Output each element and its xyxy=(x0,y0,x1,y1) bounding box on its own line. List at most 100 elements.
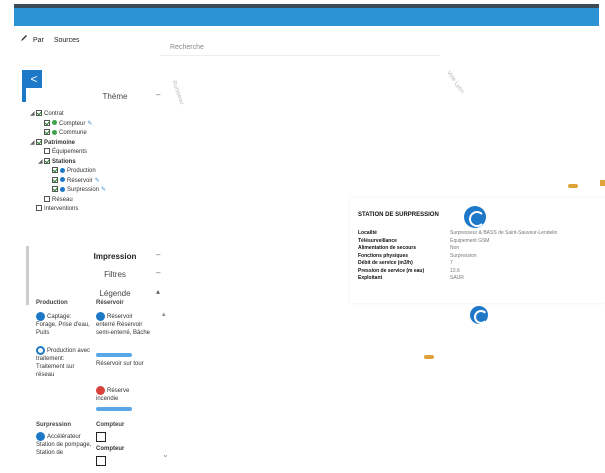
legend-item: Accélérateur Station de pompage, Station… xyxy=(36,432,92,457)
impression-collapse-toggle[interactable]: – xyxy=(156,250,160,259)
legende-section-title[interactable]: Légende xyxy=(60,289,170,298)
toolbar-item-1[interactable]: Par xyxy=(33,37,44,44)
compteur-symbol-icon xyxy=(96,456,106,466)
layer-tree-item[interactable]: Interventions xyxy=(30,205,160,215)
production-symbol-icon xyxy=(36,346,45,355)
layer-tree-item[interactable]: ◢ Contrat xyxy=(30,110,160,120)
layer-checkbox[interactable] xyxy=(44,148,50,155)
layer-checkbox[interactable] xyxy=(52,167,58,174)
map-marker[interactable] xyxy=(600,180,605,186)
layer-tree-item[interactable]: ◢ Patrimoine xyxy=(30,138,160,149)
pencil-icon[interactable] xyxy=(20,34,28,42)
reserve-incendie-symbol-icon xyxy=(96,386,105,395)
layer-checkbox[interactable] xyxy=(52,176,58,183)
impression-section-title[interactable]: Impression xyxy=(60,252,170,261)
legend-col-head: Compteur xyxy=(96,422,125,428)
layer-tree-item[interactable]: Production xyxy=(30,167,160,177)
attribute-table: Localité Surpresseur & BASS de Saint-Sauv… xyxy=(358,230,561,283)
layer-tree-item[interactable]: Équipements xyxy=(30,148,160,158)
captage-symbol-icon xyxy=(36,312,45,321)
divider xyxy=(26,285,29,305)
attribute-row: Pression de service (m eau) 13.6 xyxy=(358,268,561,276)
legende-collapse-toggle[interactable]: ▴ xyxy=(156,287,160,296)
layer-checkbox[interactable] xyxy=(52,186,58,193)
legend-item: Compteur xyxy=(96,445,152,453)
attribute-value: Surpression xyxy=(450,252,477,259)
layer-label: Commune xyxy=(59,130,87,136)
header-bar xyxy=(14,8,599,26)
layer-checkbox[interactable] xyxy=(44,119,50,126)
theme-section-title[interactable]: Thème xyxy=(60,92,170,101)
layer-label: Patrimoine xyxy=(44,139,76,146)
attribute-value: Non xyxy=(450,245,460,251)
layer-symbol-icon xyxy=(52,120,57,126)
attribute-key: Pression de service (m eau) xyxy=(358,267,425,274)
attribute-key: Débit de service (m3/h) xyxy=(358,260,413,266)
legend-col-head: Réservoir xyxy=(96,300,124,306)
layer-label: Production xyxy=(67,168,96,174)
layer-checkbox[interactable] xyxy=(44,195,50,202)
legend-item-label: Compteur xyxy=(96,446,125,452)
legend-item xyxy=(96,406,152,414)
map-label: Ruisseau xyxy=(170,80,185,106)
filtres-section-title[interactable]: Filtres xyxy=(60,270,170,279)
legend-col-head: Surpression xyxy=(36,422,72,428)
search-input[interactable]: Recherche xyxy=(160,44,440,56)
map-label: Voie Lyon xyxy=(445,70,465,95)
attribute-row: Fonctions physiques Surpression xyxy=(358,253,561,261)
scroll-up-icon[interactable]: ▴ xyxy=(162,310,166,318)
layer-tree-item[interactable]: Surpression ✎ xyxy=(30,186,160,196)
toolbar-item-2[interactable]: Sources xyxy=(54,37,80,44)
layer-tree-item[interactable]: Réservoir ✎ xyxy=(30,176,160,187)
station-logo-icon xyxy=(464,206,486,228)
legend-item xyxy=(96,456,152,466)
station-marker-icon[interactable] xyxy=(470,306,488,324)
reservoir-tour-symbol-icon xyxy=(96,353,132,358)
legend-item: Production avec traitement: Traitement s… xyxy=(36,346,92,379)
legend-item xyxy=(96,432,152,442)
legend-item-label: Réservoir sur tour xyxy=(96,361,144,367)
layer-label: Surpression xyxy=(67,187,100,193)
collapse-sidebar-button[interactable]: < xyxy=(26,70,42,88)
layer-label: Équipements xyxy=(52,149,88,155)
layer-tree-item[interactable]: Commune xyxy=(30,129,160,139)
attribute-key: Alimentation de secours xyxy=(358,245,417,251)
layer-tree-item[interactable]: Réseau xyxy=(30,195,160,206)
toolbar: Par Sources xyxy=(20,34,88,48)
filtres-collapse-toggle[interactable]: – xyxy=(156,268,160,277)
divider xyxy=(26,246,29,266)
layer-symbol-icon xyxy=(60,177,65,183)
layer-tree: ◢ Contrat Compteur ✎ Commune ◢ Patrimoine Équip… xyxy=(30,110,160,215)
compteur-symbol-icon xyxy=(96,432,106,442)
attribute-value: SAUR xyxy=(450,275,464,281)
attribute-key: Exploitant xyxy=(358,275,383,281)
map-marker[interactable] xyxy=(568,184,578,188)
popup-title: STATION DE SURPRESSION xyxy=(358,212,439,218)
attribute-row: Télésurveillance Équipement GSM xyxy=(358,238,561,246)
layer-symbol-icon xyxy=(52,129,57,135)
layer-checkbox[interactable] xyxy=(36,110,42,117)
layer-label: Stations xyxy=(52,158,76,165)
layer-edit-icon[interactable]: ✎ xyxy=(87,121,92,127)
attribute-row: Débit de service (m3/h) 7 xyxy=(358,260,561,268)
layer-tree-item[interactable]: Compteur ✎ xyxy=(30,119,160,130)
layer-edit-icon[interactable]: ✎ xyxy=(101,187,106,193)
layer-checkbox[interactable] xyxy=(44,129,50,136)
layer-checkbox[interactable] xyxy=(36,205,42,212)
layer-label: Interventions xyxy=(44,206,79,212)
layer-edit-icon[interactable]: ✎ xyxy=(95,178,100,184)
layer-tree-item[interactable]: ◢ Stations xyxy=(30,157,160,168)
layer-checkbox[interactable] xyxy=(44,157,50,164)
layer-label: Réservoir xyxy=(67,177,93,184)
map-marker[interactable] xyxy=(424,355,434,359)
layer-symbol-icon xyxy=(60,186,65,192)
attribute-value: Équipement GSM xyxy=(450,237,490,244)
attribute-key: Localité xyxy=(358,230,377,236)
layer-label: Compteur xyxy=(59,120,86,127)
theme-collapse-toggle[interactable]: – xyxy=(156,90,160,99)
scroll-down-icon[interactable]: ⌄ xyxy=(162,450,169,459)
legend-item: Captage: Forage, Prise d'eau, Puits xyxy=(36,312,92,337)
layer-checkbox[interactable] xyxy=(36,138,42,145)
accelerateur-symbol-icon xyxy=(36,432,45,441)
attribute-value: 13.6 xyxy=(450,267,460,274)
